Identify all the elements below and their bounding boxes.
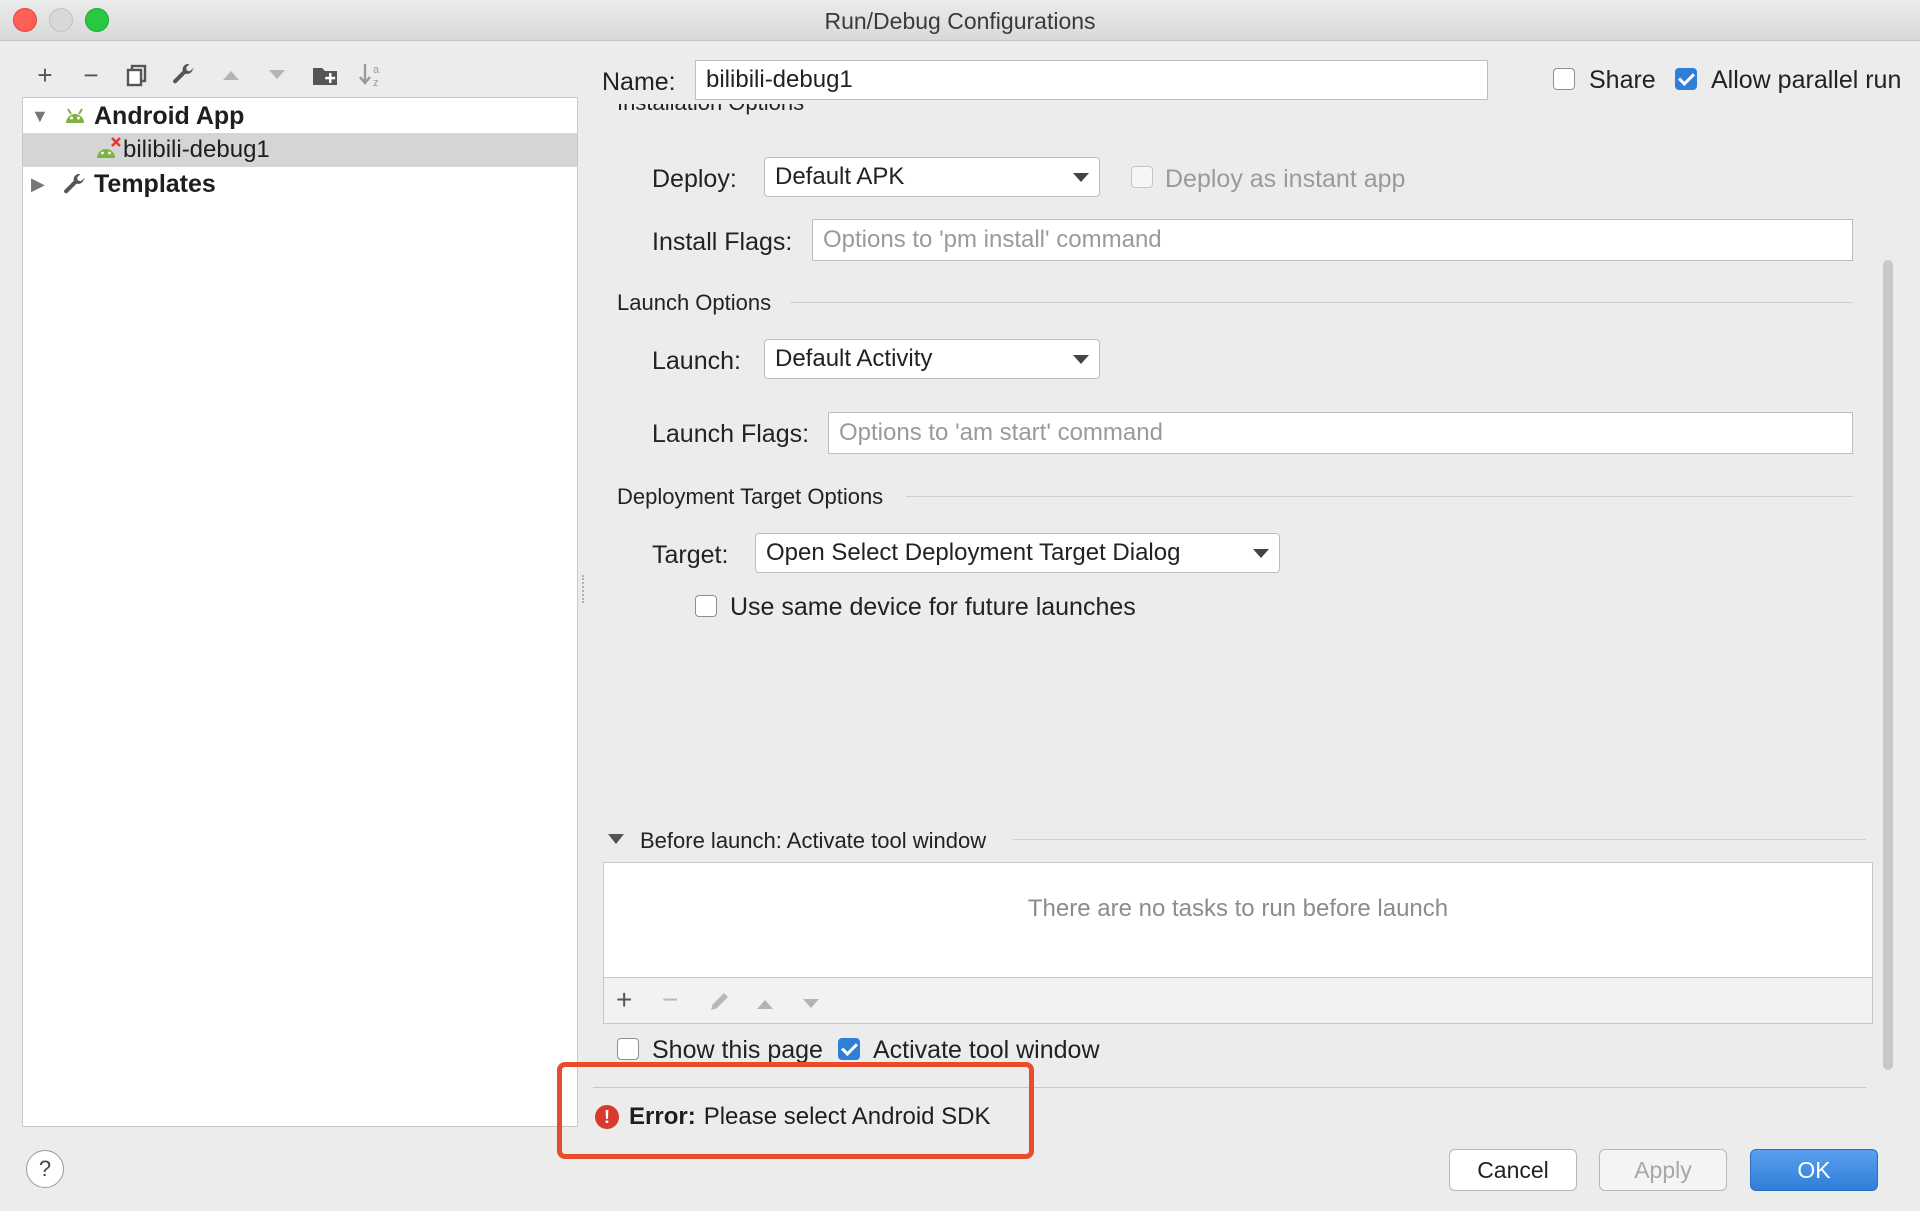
deploy-instant-app-checkbox[interactable] [1131, 166, 1153, 188]
edit-templates-button[interactable] [168, 60, 198, 90]
sort-icon: az [359, 64, 380, 89]
copy-configuration-button[interactable] [122, 60, 152, 90]
expand-arrow-icon[interactable]: ▼ [31, 106, 49, 127]
launch-label: Launch: [652, 347, 741, 375]
remove-configuration-button[interactable]: − [76, 60, 106, 90]
launch-selected-value: Default Activity [775, 345, 933, 372]
arrow-down-icon [803, 999, 819, 1008]
section-separator [906, 496, 1853, 497]
configuration-tree[interactable]: ▼ Android App bilibili-debug1 ▶ Template… [22, 97, 578, 1127]
before-launch-heading: Before launch: Activate tool window [640, 828, 987, 853]
target-label: Target: [652, 541, 729, 569]
tree-item-templates[interactable]: ▶ Templates [23, 167, 577, 201]
minus-icon: − [662, 984, 679, 1015]
launch-flags-input[interactable]: Options to 'am start' command [828, 412, 1853, 454]
move-task-up-button[interactable] [754, 990, 776, 1022]
deploy-label: Deploy: [652, 165, 737, 193]
installation-options-heading: Installation Options [617, 104, 804, 116]
remove-task-button[interactable]: − [662, 984, 678, 1016]
arrow-up-icon [757, 1000, 773, 1009]
ok-button[interactable]: OK [1750, 1149, 1878, 1191]
use-same-device-checkbox[interactable] [695, 595, 717, 617]
window-title: Run/Debug Configurations [824, 8, 1096, 34]
question-mark-icon: ? [38, 1156, 52, 1181]
cancel-button[interactable]: Cancel [1449, 1149, 1577, 1191]
deploy-selected-value: Default APK [775, 163, 905, 190]
launch-flags-label: Launch Flags: [652, 420, 810, 448]
title-bar: Run/Debug Configurations [0, 0, 1920, 41]
name-input[interactable]: bilibili-debug1 [695, 60, 1488, 100]
name-label: Name: [602, 68, 676, 96]
plus-icon: + [37, 60, 53, 90]
dropdown-arrow-icon [1073, 355, 1089, 364]
activate-tool-window-checkbox[interactable] [838, 1038, 860, 1060]
before-launch-collapse-toggle[interactable] [608, 834, 624, 844]
move-up-button[interactable] [216, 60, 246, 90]
wrench-icon [64, 173, 85, 194]
svg-text:z: z [373, 77, 379, 89]
deploy-select[interactable]: Default APK [764, 157, 1100, 197]
edit-task-button[interactable] [708, 988, 732, 1020]
add-task-button[interactable]: + [616, 984, 632, 1016]
add-configuration-button[interactable]: + [30, 60, 60, 90]
share-checkbox[interactable] [1553, 68, 1575, 90]
activate-tool-window-label: Activate tool window [873, 1036, 1100, 1064]
dropdown-arrow-icon [1253, 549, 1269, 558]
allow-parallel-run-label: Allow parallel run [1711, 66, 1902, 94]
scrollbar-thumb[interactable] [1883, 260, 1893, 1070]
target-select[interactable]: Open Select Deployment Target Dialog [755, 533, 1280, 573]
empty-task-list-text: There are no tasks to run before launch [1027, 895, 1449, 922]
share-label: Share [1589, 66, 1656, 94]
help-button[interactable]: ? [26, 1150, 64, 1188]
before-launch-task-list[interactable]: There are no tasks to run before launch [603, 862, 1873, 978]
install-flags-label: Install Flags: [652, 228, 793, 256]
wrench-icon [173, 63, 194, 84]
tree-item-label: bilibili-debug1 [123, 136, 270, 163]
pencil-icon [711, 993, 728, 1010]
installation-options-section: Installation Options [617, 104, 917, 128]
section-separator [1013, 839, 1866, 840]
minus-icon: − [83, 60, 99, 90]
deploy-instant-app-label: Deploy as instant app [1165, 165, 1406, 193]
use-same-device-label: Use same device for future launches [730, 593, 1136, 621]
allow-parallel-run-checkbox[interactable] [1675, 68, 1697, 90]
folder-plus-icon [313, 68, 337, 85]
launch-select[interactable]: Default Activity [764, 339, 1100, 379]
move-task-down-button[interactable] [800, 990, 822, 1022]
install-flags-input[interactable]: Options to 'pm install' command [812, 219, 1853, 261]
arrow-up-icon [223, 71, 239, 80]
new-folder-button[interactable] [310, 60, 340, 90]
move-down-button[interactable] [262, 60, 292, 90]
dropdown-arrow-icon [1073, 173, 1089, 182]
show-this-page-checkbox[interactable] [617, 1038, 639, 1060]
svg-text:a: a [373, 64, 380, 76]
android-config-error-icon [97, 137, 121, 158]
splitter-handle[interactable] [582, 575, 590, 603]
show-this-page-label: Show this page [652, 1036, 823, 1064]
section-separator [790, 302, 1853, 303]
arrow-down-icon [269, 70, 285, 79]
vertical-scrollbar[interactable] [1880, 120, 1896, 1070]
tree-item-android-app[interactable]: ▼ Android App [23, 99, 577, 133]
tree-item-label: Templates [94, 169, 216, 198]
error-highlight-box [557, 1062, 1034, 1159]
task-list-toolbar: + − [603, 978, 1873, 1024]
target-selected-value: Open Select Deployment Target Dialog [766, 539, 1181, 566]
plus-icon: + [616, 984, 633, 1015]
tree-item-bilibili-debug1[interactable]: bilibili-debug1 [23, 133, 577, 167]
tree-item-label: Android App [94, 101, 245, 130]
apply-button[interactable]: Apply [1599, 1149, 1727, 1191]
sort-configurations-button[interactable]: az [356, 60, 386, 90]
copy-icon [126, 64, 147, 87]
launch-options-heading: Launch Options [617, 290, 772, 315]
deployment-target-options-heading: Deployment Target Options [617, 484, 884, 509]
android-icon [66, 108, 84, 123]
collapse-arrow-icon[interactable]: ▶ [31, 174, 45, 195]
